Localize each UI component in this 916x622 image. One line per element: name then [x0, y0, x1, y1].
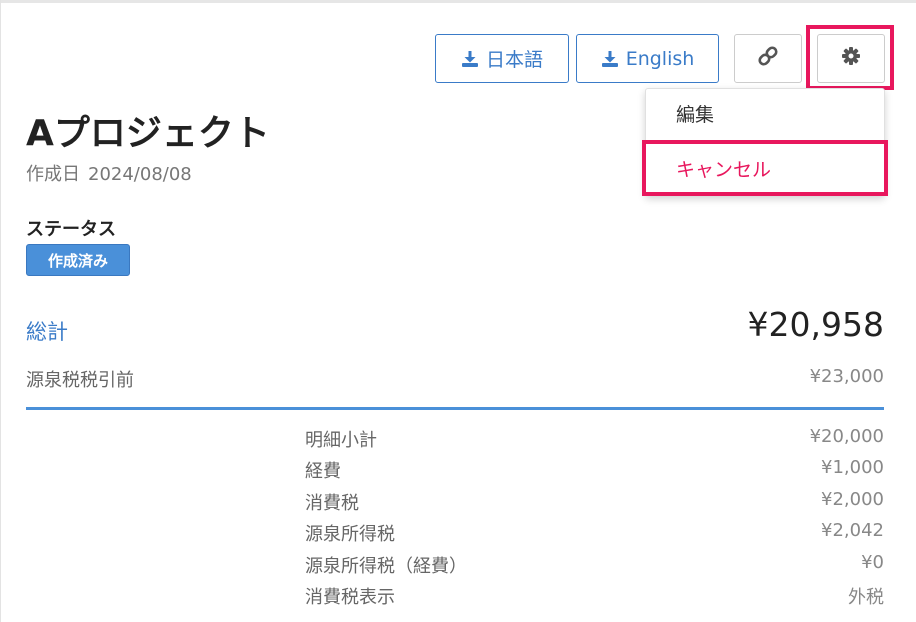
- settings-highlight: [806, 25, 894, 90]
- breakdown-row-consumption-tax: 消費税 ¥2,000: [305, 489, 884, 515]
- breakdown-value: 外税: [848, 587, 884, 608]
- download-japanese-label: 日本語: [485, 49, 543, 71]
- link-icon: [757, 45, 779, 72]
- breakdown-row-expenses: 経費 ¥1,000: [305, 457, 884, 483]
- breakdown-value: ¥0: [861, 552, 884, 573]
- share-link-button[interactable]: [734, 34, 802, 83]
- total-label: 総計: [26, 320, 68, 344]
- breakdown-value: ¥2,042: [821, 520, 884, 541]
- breakdown-label: 明細小計: [305, 430, 377, 451]
- breakdown-label: 源泉所得税: [305, 524, 395, 545]
- status-label: ステータス: [26, 219, 116, 240]
- menu-item-edit[interactable]: 編集: [676, 100, 714, 127]
- created-date-value: 2024/08/08: [88, 164, 192, 185]
- breakdown-label: 源泉所得税（経費）: [305, 556, 467, 577]
- breakdown-row-tax-display: 消費税表示 外税: [305, 583, 884, 609]
- pretax-value: ¥23,000: [809, 366, 884, 387]
- breakdown-row-withholding-tax: 源泉所得税 ¥2,042: [305, 520, 884, 546]
- breakdown-label: 経費: [305, 461, 341, 482]
- download-japanese-button[interactable]: 日本語: [435, 34, 569, 83]
- download-english-button[interactable]: English: [576, 34, 719, 83]
- created-date: 作成日 2024/08/08: [26, 160, 192, 186]
- breakdown-row-withholding-tax-expenses: 源泉所得税（経費） ¥0: [305, 552, 884, 578]
- download-icon: [601, 50, 619, 68]
- breakdown-label: 消費税表示: [305, 587, 395, 608]
- breakdown-value: ¥1,000: [821, 457, 884, 478]
- download-icon: [461, 50, 479, 68]
- pretax-label: 源泉税税引前: [26, 370, 134, 391]
- page-title: Aプロジェクト: [26, 113, 270, 154]
- status-badge: 作成済み: [26, 244, 130, 276]
- summary-divider: [26, 407, 884, 410]
- download-english-label: English: [625, 47, 695, 70]
- created-label: 作成日: [26, 164, 80, 185]
- top-border: [0, 0, 916, 3]
- breakdown-label: 消費税: [305, 493, 359, 514]
- total-value: ¥20,958: [747, 305, 884, 344]
- breakdown-value: ¥20,000: [809, 426, 884, 447]
- breakdown-value: ¥2,000: [821, 489, 884, 510]
- cancel-highlight: [642, 140, 888, 196]
- left-border: [0, 0, 1, 622]
- breakdown-row-subtotal: 明細小計 ¥20,000: [305, 426, 884, 452]
